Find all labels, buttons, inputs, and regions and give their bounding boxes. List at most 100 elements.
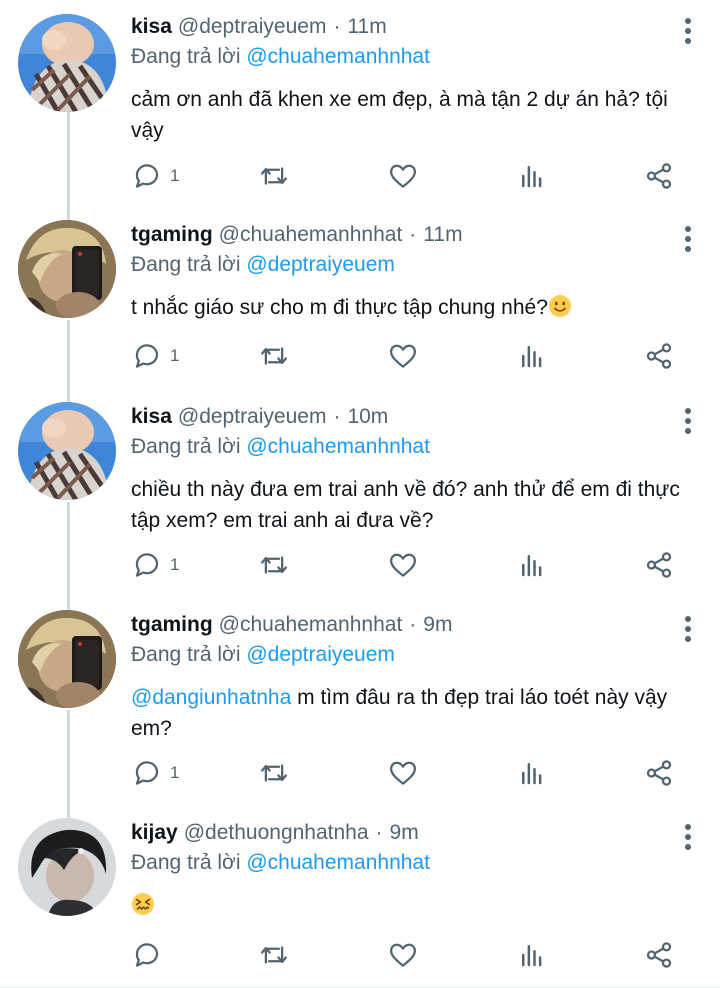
- heart-icon: [390, 553, 416, 577]
- share-button[interactable]: [644, 341, 674, 371]
- replying-to-mention[interactable]: @chuahemanhnhat: [246, 851, 430, 874]
- like-button[interactable]: [388, 341, 418, 371]
- replying-to-mention[interactable]: @chuahemanhnhat: [246, 45, 430, 68]
- share-button[interactable]: [644, 940, 674, 970]
- more-options-icon[interactable]: [678, 408, 698, 434]
- tweet-content: kijay @dethuongnhatnha · 9m Đang trả lời…: [131, 818, 700, 921]
- replying-to-mention[interactable]: @chuahemanhnhat: [246, 435, 430, 458]
- timestamp[interactable]: 10m: [347, 402, 388, 432]
- user-handle[interactable]: @deptraiyeuem: [178, 12, 327, 42]
- tgaming-avatar-image: [18, 220, 116, 318]
- tweet-text: [131, 890, 691, 921]
- timestamp[interactable]: 9m: [390, 818, 419, 848]
- tweet[interactable]: tgaming @chuahemanhnhat · 11m Đang trả l…: [0, 208, 720, 390]
- replying-to-label: Đang trả lời: [131, 45, 241, 68]
- separator-dot: ·: [409, 613, 417, 636]
- tweet-content: kisa @deptraiyeuem · 10m Đang trả lời @c…: [131, 402, 700, 536]
- confounded-face-icon: [132, 893, 154, 915]
- display-name[interactable]: tgaming: [131, 220, 213, 250]
- avatar[interactable]: [18, 818, 116, 916]
- share-icon: [646, 163, 672, 189]
- retweet-button[interactable]: [259, 161, 289, 191]
- reply-button[interactable]: 1: [132, 550, 179, 580]
- like-button[interactable]: [388, 940, 418, 970]
- tweet-actions: [131, 940, 691, 970]
- avatar[interactable]: [18, 402, 116, 500]
- like-button[interactable]: [388, 758, 418, 788]
- display-name[interactable]: tgaming: [131, 610, 213, 640]
- heart-icon: [390, 761, 416, 785]
- separator-dot: ·: [333, 15, 341, 38]
- tweet[interactable]: kijay @dethuongnhatnha · 9m Đang trả lời…: [0, 806, 720, 988]
- more-options-icon[interactable]: [678, 824, 698, 850]
- analytics-icon: [522, 555, 542, 577]
- reply-icon: [135, 761, 159, 785]
- reply-count: 1: [170, 763, 180, 782]
- display-name[interactable]: kisa: [131, 12, 172, 42]
- analytics-button[interactable]: [517, 758, 547, 788]
- avatar[interactable]: [18, 14, 116, 112]
- reply-button[interactable]: [132, 940, 170, 970]
- share-button[interactable]: [644, 161, 674, 191]
- inline-mention-link[interactable]: @dangiunhatnha: [131, 686, 291, 709]
- user-handle[interactable]: @deptraiyeuem: [178, 402, 327, 432]
- share-icon: [646, 552, 672, 578]
- tweet-header: kijay @dethuongnhatnha · 9m: [131, 818, 700, 848]
- replying-to: Đang trả lời @deptraiyeuem: [131, 250, 700, 280]
- tweet-content: kisa @deptraiyeuem · 11m Đang trả lời @c…: [131, 12, 700, 146]
- analytics-button[interactable]: [517, 550, 547, 580]
- tweet-actions: 1: [131, 161, 691, 191]
- reply-icon: [135, 943, 159, 967]
- analytics-button[interactable]: [517, 341, 547, 371]
- tweet-text: chiều th này đưa em trai anh về đó? anh …: [131, 474, 691, 536]
- timestamp[interactable]: 11m: [347, 12, 386, 42]
- tweet[interactable]: tgaming @chuahemanhnhat · 9m Đang trả lờ…: [0, 598, 720, 806]
- display-name[interactable]: kisa: [131, 402, 172, 432]
- retweet-button[interactable]: [259, 940, 289, 970]
- tweet[interactable]: kisa @deptraiyeuem · 10m Đang trả lời @c…: [0, 390, 720, 598]
- retweet-button[interactable]: [259, 758, 289, 788]
- timestamp[interactable]: 11m: [423, 220, 462, 250]
- share-button[interactable]: [644, 758, 674, 788]
- kijay-avatar-image: [18, 818, 116, 916]
- tweet-actions: 1: [131, 341, 691, 371]
- retweet-button[interactable]: [259, 550, 289, 580]
- retweet-icon: [261, 347, 287, 365]
- tweet-actions: 1: [131, 550, 691, 580]
- tweet-header: kisa @deptraiyeuem · 11m: [131, 12, 700, 42]
- replying-to-label: Đang trả lời: [131, 435, 241, 458]
- user-handle[interactable]: @chuahemanhnhat: [219, 610, 403, 640]
- like-button[interactable]: [388, 161, 418, 191]
- user-handle[interactable]: @dethuongnhatnha: [184, 818, 369, 848]
- reply-button[interactable]: 1: [132, 758, 179, 788]
- replying-to-label: Đang trả lời: [131, 643, 241, 666]
- share-icon: [646, 942, 672, 968]
- tweet[interactable]: kisa @deptraiyeuem · 11m Đang trả lời @c…: [0, 0, 720, 208]
- reply-icon: [135, 344, 159, 368]
- tweet-actions: 1: [131, 758, 691, 788]
- user-handle[interactable]: @chuahemanhnhat: [219, 220, 403, 250]
- replying-to-mention[interactable]: @deptraiyeuem: [246, 253, 395, 276]
- reply-button[interactable]: 1: [132, 161, 179, 191]
- separator-dot: ·: [375, 821, 383, 844]
- analytics-button[interactable]: [517, 940, 547, 970]
- replying-to-mention[interactable]: @deptraiyeuem: [246, 643, 395, 666]
- reply-icon: [135, 164, 159, 188]
- retweet-button[interactable]: [259, 341, 289, 371]
- tgaming-avatar-image: [18, 610, 116, 708]
- analytics-button[interactable]: [517, 161, 547, 191]
- reply-button[interactable]: 1: [132, 341, 179, 371]
- avatar[interactable]: [18, 220, 116, 318]
- more-options-icon[interactable]: [678, 18, 698, 44]
- timestamp[interactable]: 9m: [423, 610, 452, 640]
- tweet-content: tgaming @chuahemanhnhat · 11m Đang trả l…: [131, 220, 700, 323]
- more-options-icon[interactable]: [678, 226, 698, 252]
- display-name[interactable]: kijay: [131, 818, 178, 848]
- more-options-icon[interactable]: [678, 616, 698, 642]
- share-button[interactable]: [644, 550, 674, 580]
- replying-to-label: Đang trả lời: [131, 253, 241, 276]
- avatar[interactable]: [18, 610, 116, 708]
- tweet-header: kisa @deptraiyeuem · 10m: [131, 402, 700, 432]
- like-button[interactable]: [388, 550, 418, 580]
- replying-to: Đang trả lời @deptraiyeuem: [131, 640, 700, 670]
